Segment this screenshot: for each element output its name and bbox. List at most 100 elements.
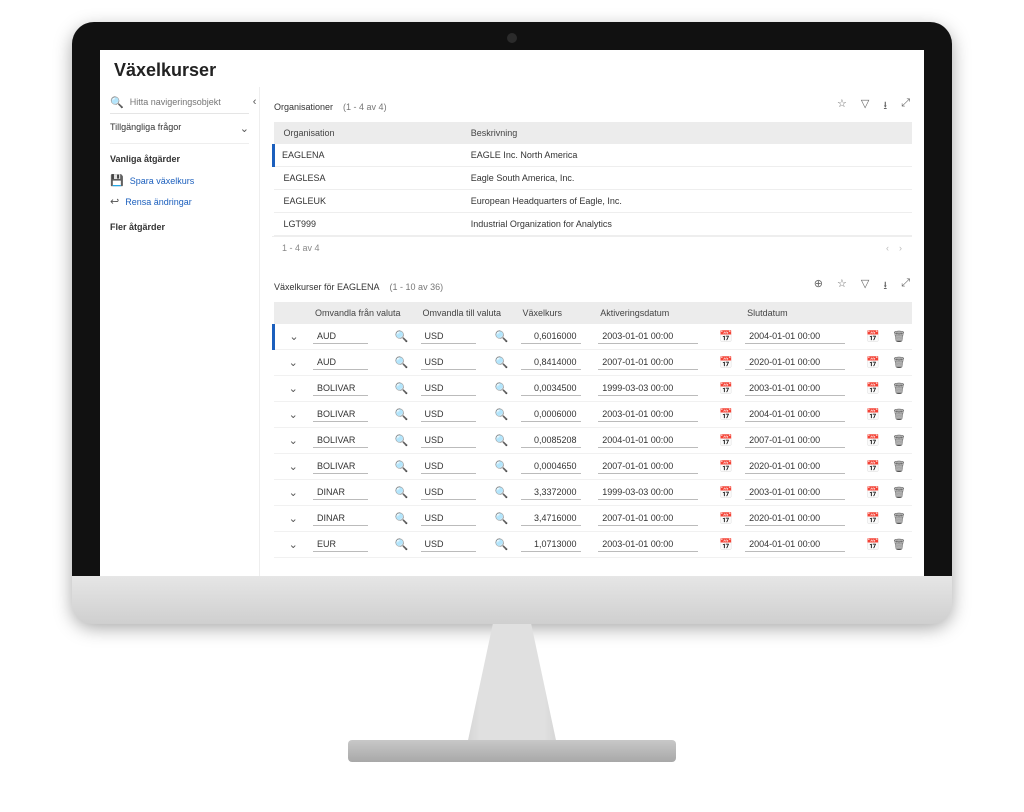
table-row[interactable]: EAGLEUKEuropean Headquarters of Eagle, I…	[274, 190, 913, 213]
search-icon[interactable]: 🔍	[495, 408, 509, 422]
search-icon[interactable]: 🔍	[395, 538, 409, 552]
search-icon[interactable]: 🔍	[395, 330, 409, 344]
search-icon[interactable]: 🔍	[495, 486, 509, 500]
clear-changes-link[interactable]: ↩ Rensa ändringar	[110, 191, 249, 212]
end-date[interactable]: 2003-01-01 00:00	[745, 381, 845, 396]
table-row[interactable]: ⌄AUD🔍USD🔍0,84140002007-01-01 00:00📅2020-…	[274, 350, 913, 376]
from-currency[interactable]: AUD	[313, 355, 368, 370]
filter-icon[interactable]: ▽	[861, 97, 869, 116]
delete-icon[interactable]: 🗑	[892, 434, 906, 448]
end-date[interactable]: 2004-01-01 00:00	[745, 407, 845, 422]
table-row[interactable]: ⌄DINAR🔍USD🔍3,47160002007-01-01 00:00📅202…	[274, 506, 913, 532]
calendar-icon[interactable]: 📅	[719, 356, 733, 370]
rate-value[interactable]: 0,6016000	[521, 329, 581, 344]
expand-icon[interactable]: ⤢	[901, 277, 910, 296]
from-currency[interactable]: DINAR	[313, 511, 368, 526]
delete-icon[interactable]: 🗑	[892, 330, 906, 344]
table-row[interactable]: EAGLENAEAGLE Inc. North America	[274, 144, 913, 167]
delete-icon[interactable]: 🗑	[892, 356, 906, 370]
to-currency[interactable]: USD	[421, 407, 476, 422]
end-date[interactable]: 2004-01-01 00:00	[745, 329, 845, 344]
to-currency[interactable]: USD	[421, 511, 476, 526]
bookmark-icon[interactable]: ☆	[837, 97, 847, 116]
download-icon[interactable]: ⭳	[883, 277, 887, 296]
available-queries-toggle[interactable]: Tillgängliga frågor ⌄	[110, 114, 249, 144]
calendar-icon[interactable]: 📅	[866, 330, 880, 344]
to-currency[interactable]: USD	[421, 433, 476, 448]
chevron-down-icon[interactable]: ⌄	[286, 356, 300, 370]
calendar-icon[interactable]: 📅	[866, 382, 880, 396]
calendar-icon[interactable]: 📅	[719, 408, 733, 422]
orgs-col-desc[interactable]: Beskrivning	[461, 122, 912, 144]
chevron-down-icon[interactable]: ⌄	[286, 434, 300, 448]
calendar-icon[interactable]: 📅	[866, 356, 880, 370]
table-row[interactable]: ⌄AUD🔍USD🔍0,60160002003-01-01 00:00📅2004-…	[274, 324, 913, 350]
delete-icon[interactable]: 🗑	[892, 460, 906, 474]
table-row[interactable]: ⌄BOLIVAR🔍USD🔍0,00852082004-01-01 00:00📅2…	[274, 428, 913, 454]
search-icon[interactable]: 🔍	[495, 434, 509, 448]
rate-value[interactable]: 0,0085208	[521, 433, 581, 448]
calendar-icon[interactable]: 📅	[866, 486, 880, 500]
chevron-down-icon[interactable]: ⌄	[287, 330, 301, 344]
rate-value[interactable]: 0,8414000	[521, 355, 581, 370]
from-currency[interactable]: EUR	[313, 537, 368, 552]
calendar-icon[interactable]: 📅	[719, 434, 733, 448]
table-row[interactable]: ⌄BOLIVAR🔍USD🔍0,00060002003-01-01 00:00📅2…	[274, 402, 913, 428]
calendar-icon[interactable]: 📅	[866, 460, 880, 474]
start-date[interactable]: 2007-01-01 00:00	[598, 511, 698, 526]
add-row-icon[interactable]: ⊕	[814, 277, 823, 296]
from-currency[interactable]: DINAR	[313, 485, 368, 500]
chevron-down-icon[interactable]: ⌄	[286, 486, 300, 500]
to-currency[interactable]: USD	[421, 485, 476, 500]
search-icon[interactable]: 🔍	[395, 486, 409, 500]
rates-col-from[interactable]: Omvandla från valuta	[307, 302, 415, 324]
to-currency[interactable]: USD	[421, 329, 476, 344]
end-date[interactable]: 2004-01-01 00:00	[745, 537, 845, 552]
table-row[interactable]: ⌄BOLIVAR🔍USD🔍0,00345001999-03-03 00:00📅2…	[274, 376, 913, 402]
search-icon[interactable]: 🔍	[495, 512, 509, 526]
chevron-down-icon[interactable]: ⌄	[286, 538, 300, 552]
delete-icon[interactable]: 🗑	[892, 512, 906, 526]
search-icon[interactable]: 🔍	[395, 434, 409, 448]
filter-icon[interactable]: ▽	[861, 277, 869, 296]
calendar-icon[interactable]: 📅	[866, 434, 880, 448]
rates-col-end[interactable]: Slutdatum	[739, 302, 886, 324]
table-row[interactable]: LGT999Industrial Organization for Analyt…	[274, 213, 913, 236]
orgs-next-page[interactable]: ›	[899, 243, 902, 253]
rates-col-start[interactable]: Aktiveringsdatum	[592, 302, 739, 324]
save-exchange-rate-link[interactable]: 💾 Spara växelkurs	[110, 170, 249, 191]
start-date[interactable]: 1999-03-03 00:00	[598, 381, 698, 396]
chevron-down-icon[interactable]: ⌄	[286, 382, 300, 396]
search-icon[interactable]: 🔍	[495, 330, 509, 344]
rate-value[interactable]: 0,0006000	[521, 407, 581, 422]
start-date[interactable]: 2003-01-01 00:00	[598, 407, 698, 422]
table-row[interactable]: ⌄EUR🔍USD🔍1,07130002003-01-01 00:00📅2004-…	[274, 532, 913, 558]
delete-icon[interactable]: 🗑	[892, 408, 906, 422]
start-date[interactable]: 2007-01-01 00:00	[598, 355, 698, 370]
calendar-icon[interactable]: 📅	[719, 382, 733, 396]
chevron-down-icon[interactable]: ⌄	[286, 512, 300, 526]
search-icon[interactable]: 🔍	[395, 382, 409, 396]
start-date[interactable]: 2004-01-01 00:00	[598, 433, 698, 448]
search-icon[interactable]: 🔍	[495, 382, 509, 396]
end-date[interactable]: 2020-01-01 00:00	[745, 459, 845, 474]
search-input[interactable]	[130, 97, 247, 107]
orgs-prev-page[interactable]: ‹	[886, 243, 889, 253]
calendar-icon[interactable]: 📅	[719, 538, 733, 552]
end-date[interactable]: 2020-01-01 00:00	[745, 511, 845, 526]
search-icon[interactable]: 🔍	[395, 512, 409, 526]
table-row[interactable]: ⌄DINAR🔍USD🔍3,33720001999-03-03 00:00📅200…	[274, 480, 913, 506]
chevron-down-icon[interactable]: ⌄	[286, 460, 300, 474]
start-date[interactable]: 2003-01-01 00:00	[598, 537, 698, 552]
from-currency[interactable]: BOLIVAR	[313, 459, 368, 474]
rate-value[interactable]: 3,3372000	[521, 485, 581, 500]
calendar-icon[interactable]: 📅	[866, 408, 880, 422]
to-currency[interactable]: USD	[421, 537, 476, 552]
expand-icon[interactable]: ⤢	[901, 97, 910, 116]
calendar-icon[interactable]: 📅	[866, 538, 880, 552]
from-currency[interactable]: BOLIVAR	[313, 381, 368, 396]
calendar-icon[interactable]: 📅	[719, 486, 733, 500]
end-date[interactable]: 2003-01-01 00:00	[745, 485, 845, 500]
start-date[interactable]: 2003-01-01 00:00	[598, 329, 698, 344]
end-date[interactable]: 2007-01-01 00:00	[745, 433, 845, 448]
